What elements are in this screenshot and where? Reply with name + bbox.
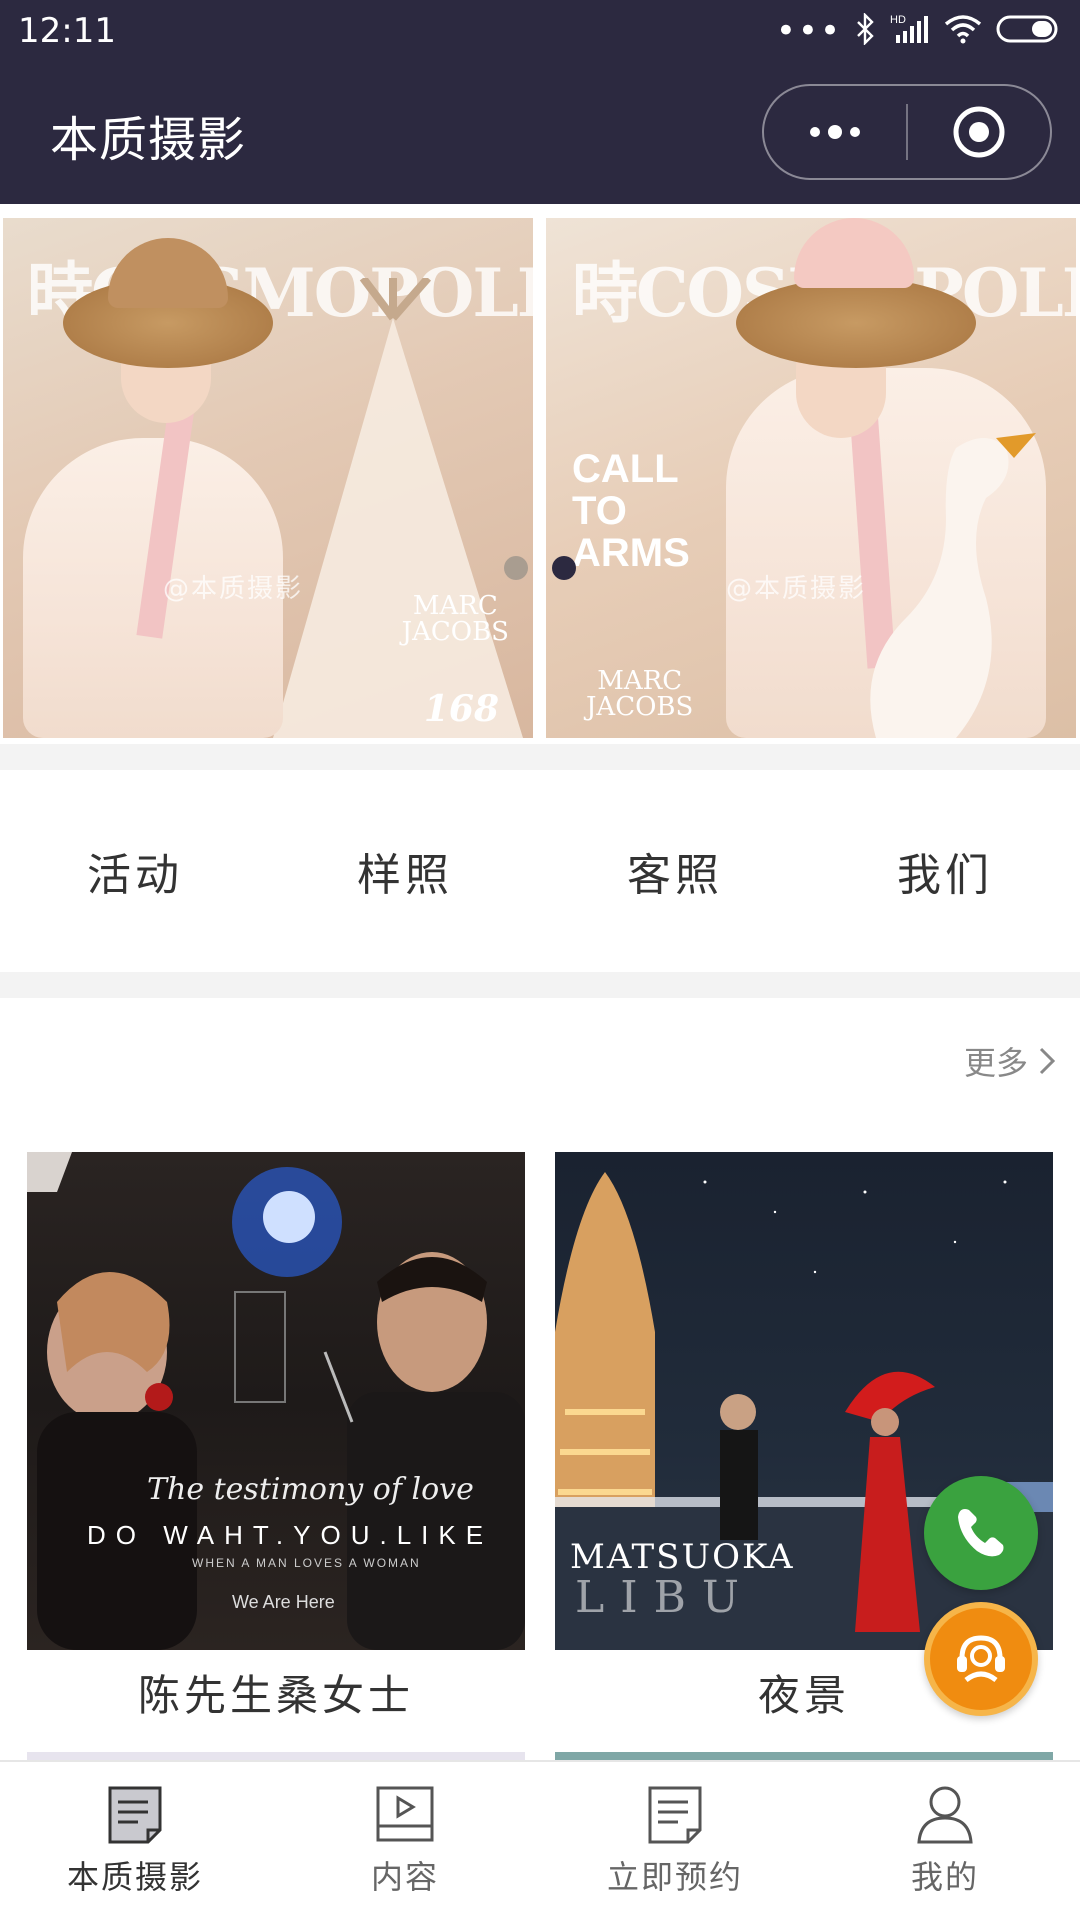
miniapp-capsule [762,84,1052,180]
tab-label: 内容 [370,1858,439,1896]
tab-label: 我的 [910,1858,979,1896]
nav-item-about-us[interactable]: 我们 [810,839,1080,903]
phone-call-button[interactable] [924,1476,1038,1590]
figure-hat [736,278,976,368]
card-overlay-main: DO WAHT.YOU.LIKE [87,1520,494,1550]
banner-slide[interactable]: 時COSMOPOLITAN CALL TO ARMS @本质摄影 MARC JA… [546,218,1076,738]
carousel-indicator [0,556,1080,580]
tab-label: 立即预约 [606,1858,743,1896]
headset-icon [957,1635,1005,1683]
nav-item-activity[interactable]: 活动 [0,839,270,903]
status-icons: ••• HD [775,11,1062,51]
card-overlay-sub: WHEN A MAN LOVES A WOMAN [192,1556,421,1570]
category-nav: 活动 样照 客照 我们 [0,770,1080,972]
couple-photo-illustration [27,1152,525,1650]
target-icon [953,106,1005,158]
gallery-card[interactable]: The testimony of love DO WAHT.YOU.LIKE W… [27,1152,525,1723]
page-title: 本质摄影 [50,112,247,168]
more-link[interactable]: 更多 [964,1038,1056,1084]
card-overlay-tag: We Are Here [232,1592,335,1612]
article-icon [108,1786,162,1844]
customer-service-button[interactable] [924,1602,1038,1716]
tab-booking[interactable]: 立即预约 [540,1762,810,1920]
gallery-card-image: The testimony of love DO WAHT.YOU.LIKE W… [27,1152,525,1650]
tab-home[interactable]: 本质摄影 [0,1762,270,1920]
more-label: 更多 [963,1044,1028,1082]
notification-dots: ••• [775,11,842,51]
carousel-dot[interactable] [504,556,528,580]
gallery-card-title: 陈先生桑女士 [137,1671,414,1720]
more-dots-icon [810,125,860,139]
card-overlay-main: MATSUOKA [570,1537,795,1577]
close-miniapp-button[interactable] [908,86,1050,178]
cover-number: 168 [423,688,499,730]
tab-profile[interactable]: 我的 [810,1762,1080,1920]
more-button[interactable] [764,86,906,178]
tent-illustration [273,278,523,738]
gallery-card-peek [555,1752,1053,1760]
battery-icon [996,13,1062,49]
banner-carousel[interactable]: 時COSMOPOLITAN @本质摄影 MARC JACOBS 168 時COS… [0,204,1080,744]
video-icon [376,1786,434,1842]
nav-item-samples[interactable]: 样照 [270,839,540,903]
tab-content[interactable]: 内容 [270,1762,540,1920]
card-overlay-sub: LIBU [575,1572,756,1623]
hd-label: HD [890,14,906,26]
phone-icon [958,1509,1004,1557]
figure-hat-crown [794,218,914,288]
section-divider [0,744,1080,770]
cover-name: MARC JACOBS [401,591,509,647]
user-icon [917,1786,973,1844]
chevron-right-icon [1039,1047,1056,1075]
signal-icon: HD [890,13,930,49]
section-divider [0,972,1080,998]
carousel-dot-active[interactable] [552,556,576,580]
bluetooth-icon [856,12,876,49]
card-overlay-script: The testimony of love [147,1472,474,1507]
app-header: 本质摄影 [0,62,1080,204]
bottom-tab-bar: 本质摄影 内容 立即预约 我的 [0,1760,1080,1920]
status-time: 12:11 [18,11,116,51]
booking-icon [648,1786,702,1844]
status-bar: 12:11 ••• HD [0,0,1080,62]
nav-item-client-photos[interactable]: 客照 [540,839,810,903]
gallery-card-peek [27,1752,525,1760]
wifi-icon [944,14,982,48]
banner-slide[interactable]: 時COSMOPOLITAN @本质摄影 MARC JACOBS 168 [3,218,533,738]
tab-label: 本质摄影 [66,1858,203,1896]
cover-name: MARC JACOBS [586,666,694,722]
